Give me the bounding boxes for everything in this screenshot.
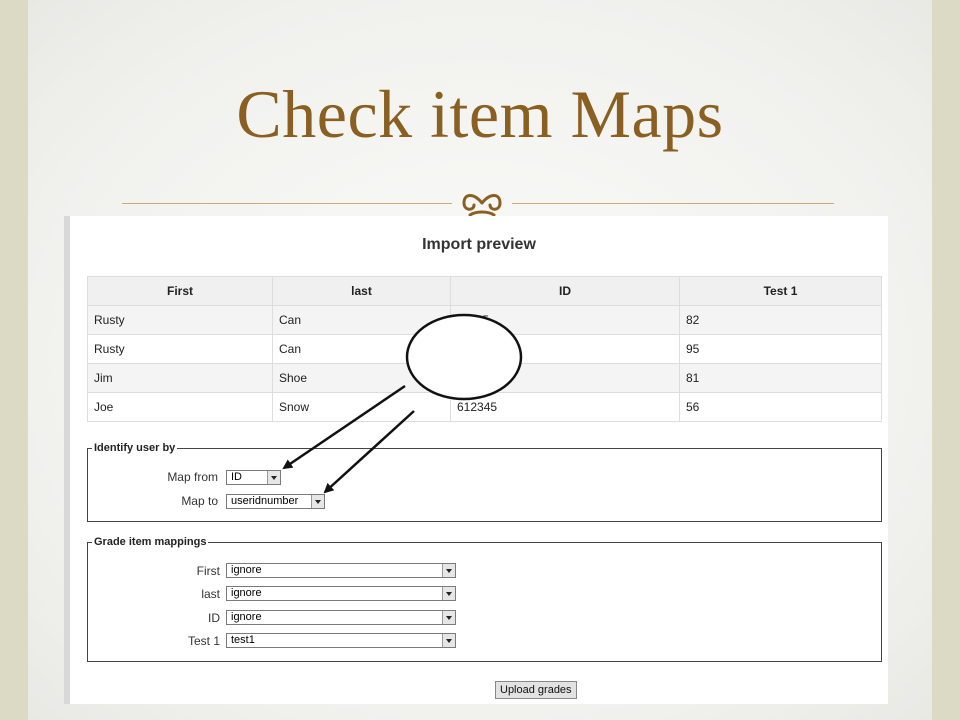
table-row: Joe Snow 612345 56 bbox=[87, 392, 882, 422]
table-cell: …345 bbox=[450, 305, 680, 335]
table-cell: 56 bbox=[679, 392, 882, 422]
grade-mapping-select[interactable]: ignore bbox=[226, 563, 456, 578]
grade-mapping-label: Test 1 bbox=[187, 634, 220, 648]
title-rule-left bbox=[122, 203, 452, 204]
table-cell bbox=[450, 334, 680, 364]
grade-mapping-value: ignore bbox=[231, 611, 262, 623]
grade-mapping-label: First bbox=[196, 564, 220, 578]
column-header: First bbox=[87, 276, 273, 306]
grade-mapping-select[interactable]: ignore bbox=[226, 586, 456, 601]
grade-mapping-value: ignore bbox=[231, 587, 262, 599]
table-cell: 82 bbox=[679, 305, 882, 335]
dropdown-arrow-icon[interactable] bbox=[267, 471, 280, 484]
table-row: Rusty Can …345 82 bbox=[87, 305, 882, 335]
table-cell: Rusty bbox=[87, 334, 273, 364]
dropdown-arrow-icon[interactable] bbox=[442, 564, 455, 577]
grade-mapping-label: last bbox=[201, 587, 220, 601]
map-to-row: Map to bbox=[100, 492, 218, 510]
upload-grades-button[interactable]: Upload grades bbox=[495, 681, 577, 699]
import-panel: Import preview First last ID Test 1 Rust… bbox=[64, 216, 888, 704]
table-cell: Snow bbox=[272, 392, 451, 422]
map-from-row: Map from bbox=[100, 468, 218, 486]
table-row: Jim Shoe 81 bbox=[87, 363, 882, 393]
table-cell: Can bbox=[272, 334, 451, 364]
table-cell: 95 bbox=[679, 334, 882, 364]
grade-mappings-legend: Grade item mappings bbox=[94, 536, 207, 548]
map-from-value: ID bbox=[231, 471, 242, 483]
grade-mapping-label: ID bbox=[208, 611, 220, 625]
import-preview-heading: Import preview bbox=[422, 236, 536, 253]
map-from-label: Map from bbox=[167, 470, 218, 484]
grade-mapping-row: Test 1 bbox=[100, 632, 220, 650]
dropdown-arrow-icon[interactable] bbox=[311, 495, 324, 508]
grade-mapping-row: ID bbox=[100, 609, 220, 627]
table-cell: 81 bbox=[679, 363, 882, 393]
table-cell: 612345 bbox=[450, 392, 680, 422]
table-cell: Jim bbox=[87, 363, 273, 393]
identify-user-legend: Identify user by bbox=[94, 442, 176, 454]
column-header: ID bbox=[450, 276, 680, 306]
dropdown-arrow-icon[interactable] bbox=[442, 587, 455, 600]
table-cell: Rusty bbox=[87, 305, 273, 335]
map-to-label: Map to bbox=[181, 494, 218, 508]
slide-title: Check item Maps bbox=[236, 76, 724, 152]
grade-mapping-value: ignore bbox=[231, 564, 262, 576]
table-row: Rusty Can 95 bbox=[87, 334, 882, 364]
table-header-row: First last ID Test 1 bbox=[87, 276, 882, 306]
map-to-value: useridnumber bbox=[231, 495, 299, 507]
dropdown-arrow-icon[interactable] bbox=[442, 634, 455, 647]
table-cell bbox=[450, 363, 680, 393]
map-from-select[interactable]: ID bbox=[226, 470, 281, 485]
column-header: Test 1 bbox=[679, 276, 882, 306]
column-header: last bbox=[272, 276, 451, 306]
table-cell: Can bbox=[272, 305, 451, 335]
grade-mapping-select[interactable]: test1 bbox=[226, 633, 456, 648]
grade-mapping-row: First bbox=[100, 562, 220, 580]
grade-mapping-value: test1 bbox=[231, 634, 255, 646]
table-cell: Joe bbox=[87, 392, 273, 422]
map-to-select[interactable]: useridnumber bbox=[226, 494, 325, 509]
title-rule-right bbox=[512, 203, 834, 204]
grade-mapping-select[interactable]: ignore bbox=[226, 610, 456, 625]
import-preview-table: First last ID Test 1 Rusty Can …345 82 R… bbox=[87, 276, 882, 422]
table-cell: Shoe bbox=[272, 363, 451, 393]
dropdown-arrow-icon[interactable] bbox=[442, 611, 455, 624]
grade-mapping-row: last bbox=[100, 585, 220, 603]
